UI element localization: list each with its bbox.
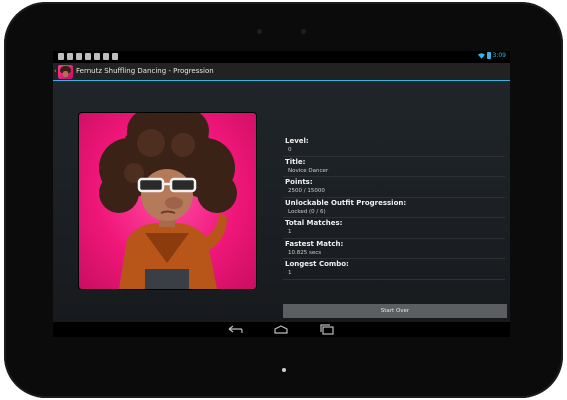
app-icon[interactable] xyxy=(58,65,73,79)
stat-row-total-matches: Total Matches: 1 xyxy=(283,218,505,239)
stat-row-level: Level: 0 xyxy=(283,136,505,157)
stat-row-title: Title: Novice Dancer xyxy=(283,157,505,177)
stat-value: 10.825 secs xyxy=(288,249,322,256)
stat-value: Locked (0 / 6) xyxy=(288,208,326,215)
download-icon xyxy=(112,53,118,60)
chat-icon xyxy=(85,53,91,60)
recent-apps-icon[interactable] xyxy=(319,324,335,335)
status-bar: 3:09 xyxy=(53,51,510,63)
app-screen: 3:09 ‹ Fernutz Shuffling Dancing - Progr… xyxy=(53,51,510,337)
home-icon[interactable] xyxy=(273,324,289,335)
app-icon-face xyxy=(63,71,68,77)
stat-label: Fastest Match: xyxy=(285,239,344,248)
status-left-icons xyxy=(58,53,118,60)
camera-icon xyxy=(257,29,262,34)
sensor-icon xyxy=(301,29,306,34)
stat-label: Longest Combo: xyxy=(285,260,349,268)
tablet-device: 3:09 ‹ Fernutz Shuffling Dancing - Progr… xyxy=(0,0,567,400)
stat-value: 0 xyxy=(288,147,292,153)
status-time: 3:09 xyxy=(492,52,506,59)
stat-row-points: Points: 2500 / 15000 xyxy=(283,177,505,198)
stats-list: Level: 0 Title: Novice Dancer Points: 25… xyxy=(283,136,505,280)
stat-row-outfit-progression: Unlockable Outfit Progression: Locked (0… xyxy=(283,198,505,218)
notification-icon xyxy=(58,53,64,60)
image-icon xyxy=(67,53,73,60)
stat-row-fastest-match: Fastest Match: 10.825 secs xyxy=(283,239,505,259)
progression-content: Level: 0 Title: Novice Dancer Points: 25… xyxy=(53,81,510,322)
battery-icon xyxy=(486,52,491,59)
start-over-button[interactable]: Start Over xyxy=(283,304,507,318)
up-caret-icon[interactable]: ‹ xyxy=(54,68,57,75)
wifi-icon xyxy=(477,52,485,59)
status-right: 3:09 xyxy=(477,52,506,59)
stat-label: Level: xyxy=(285,137,309,145)
mail-icon xyxy=(94,53,100,60)
stat-label: Points: xyxy=(285,178,313,186)
stat-row-longest-combo: Longest Combo: 1 xyxy=(283,259,505,280)
stat-label: Total Matches: xyxy=(285,219,343,227)
back-icon[interactable] xyxy=(227,324,243,335)
stat-label: Title: xyxy=(285,157,306,166)
character-portrait xyxy=(79,113,256,289)
check-icon xyxy=(103,53,109,60)
navigation-bar xyxy=(53,322,510,337)
action-bar: ‹ Fernutz Shuffling Dancing - Progressio… xyxy=(53,63,510,81)
stat-value: 2500 / 15000 xyxy=(288,188,325,194)
page-title: Fernutz Shuffling Dancing - Progression xyxy=(76,67,214,75)
stat-value: 1 xyxy=(288,270,292,276)
stat-label: Unlockable Outfit Progression: xyxy=(285,198,407,207)
stat-value: 1 xyxy=(288,229,292,235)
message-icon xyxy=(76,53,82,60)
notification-led-icon xyxy=(282,368,286,372)
stat-value: Novice Dancer xyxy=(288,167,329,174)
character-illustration xyxy=(99,113,237,289)
